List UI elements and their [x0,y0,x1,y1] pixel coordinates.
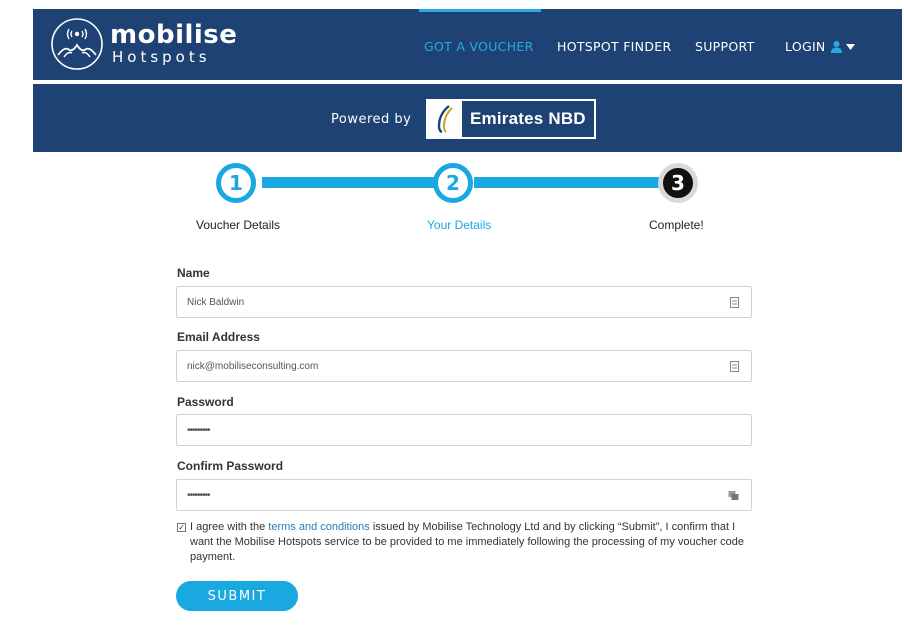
password-label: Password [177,395,234,409]
confirm-password-label: Confirm Password [177,459,284,473]
submit-button[interactable]: SUBMIT [176,581,298,611]
nav-got-a-voucher[interactable]: GOT A VOUCHER [424,39,534,54]
email-label: Email Address [177,330,260,344]
contact-card-icon [730,297,739,308]
step-connector-1 [262,177,438,188]
nav-login: LOGIN [785,39,826,54]
confirm-password-field[interactable]: ••••••••• [176,479,752,511]
name-field[interactable]: Nick Baldwin [176,286,752,318]
confirm-password-value: ••••••••• [187,490,210,501]
contact-card-icon [730,361,739,372]
nav-support[interactable]: SUPPORT [695,39,755,54]
top-navbar: mobilise Hotspots GOT A VOUCHER HOTSPOT … [33,9,902,80]
password-value: ••••••••• [187,425,210,436]
terms-agreement: ✓ I agree with the terms and conditions … [177,520,757,565]
caret-down-icon [845,43,855,50]
agree-text-before: I agree with the [190,521,269,533]
password-field[interactable]: ••••••••• [176,414,752,446]
logo-wordmark: mobilise [110,20,238,50]
step-1-circle: 1 [216,163,256,203]
emirates-nbd-logo: Emirates NBD [426,99,596,139]
terms-link[interactable]: terms and conditions [268,521,370,533]
logo-subtitle: Hotspots [112,48,211,66]
sponsor-banner: Powered by Emirates NBD [33,84,902,152]
step-3-label: Complete! [649,218,704,232]
step-3-circle: 3 [658,163,698,203]
email-field[interactable]: nick@mobiliseconsulting.com [176,350,752,382]
name-value: Nick Baldwin [187,297,245,308]
powered-by-label: Powered by [331,112,412,127]
hotspot-logo-icon [51,18,103,70]
active-nav-indicator [419,9,541,12]
nav-hotspot-finder[interactable]: HOTSPOT FINDER [557,39,671,54]
name-label: Name [177,266,210,280]
step-2-label: Your Details [427,218,492,232]
step-2-circle: 2 [433,163,473,203]
step-1-label: Voucher Details [196,218,281,232]
password-manager-icon[interactable] [728,490,739,501]
emirates-nbd-wordmark: Emirates NBD [470,109,586,128]
step-connector-2 [474,177,660,188]
emirates-nbd-mark-icon [428,101,462,137]
agree-checkbox[interactable]: ✓ [177,523,186,532]
mobilise-logo[interactable]: mobilise Hotspots [50,17,237,71]
user-icon [830,41,842,53]
email-value: nick@mobiliseconsulting.com [187,361,319,372]
login-menu[interactable]: LOGIN [785,39,855,54]
